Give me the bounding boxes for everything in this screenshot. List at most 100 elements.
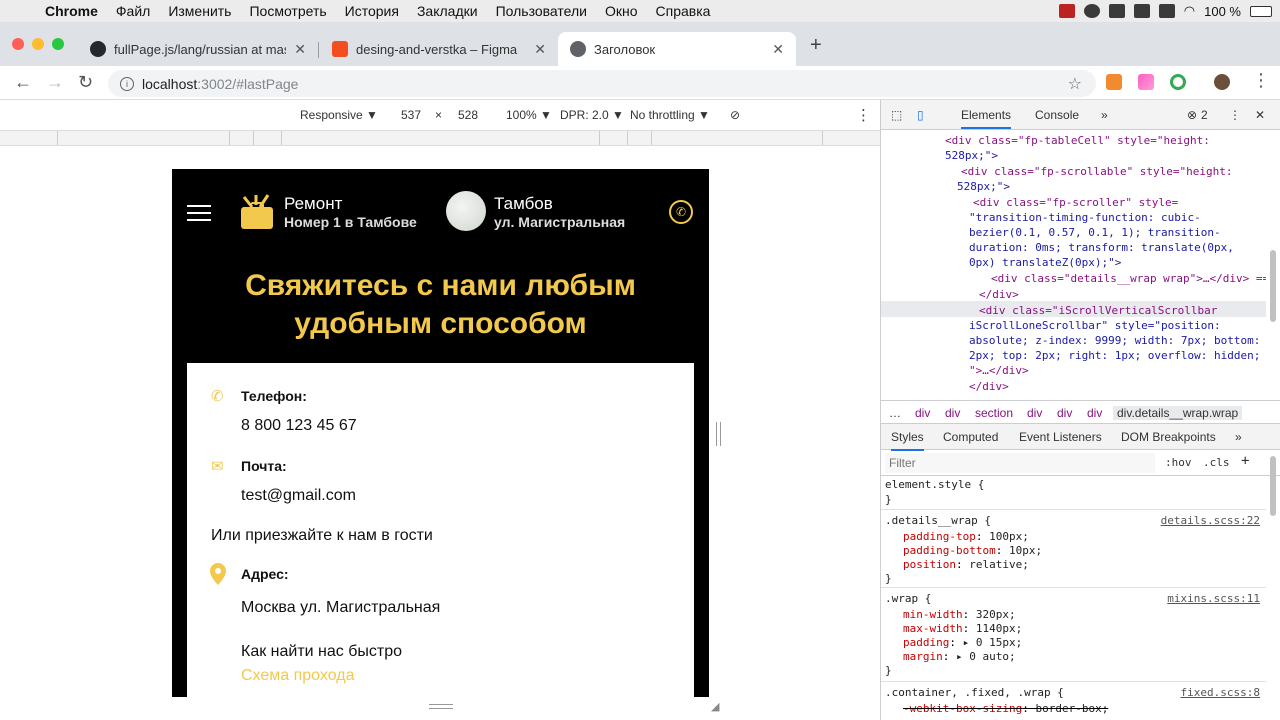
- address-bar[interactable]: i localhost :3002/#lastPage ☆: [108, 70, 1096, 97]
- dom-line[interactable]: <div class="fp-scrollable" style="height…: [961, 164, 1233, 179]
- css-source-link[interactable]: fixed.scss:8: [1181, 686, 1260, 700]
- menu-history[interactable]: История: [336, 3, 408, 19]
- viewport-width-input[interactable]: 537: [401, 108, 421, 122]
- devtools-menu-icon[interactable]: ⋮: [1229, 108, 1241, 122]
- tab-elements[interactable]: Elements: [961, 108, 1012, 129]
- wifi-icon[interactable]: ◠: [1184, 3, 1195, 19]
- dom-line[interactable]: </div>: [979, 287, 1019, 302]
- breadcrumb-item[interactable]: div: [1087, 406, 1102, 420]
- dom-line[interactable]: <div class="iScrollVerticalScrollbar: [979, 303, 1217, 318]
- throttling-select[interactable]: No throttling ▼: [630, 108, 710, 122]
- dom-tree[interactable]: <div class="fp-tableCell" style="height:…: [881, 131, 1266, 399]
- error-count[interactable]: 2: [1201, 108, 1208, 122]
- css-property[interactable]: margin: ▸ 0 auto;: [903, 650, 1016, 664]
- css-property-overridden[interactable]: -webkit-box-sizing: border-box;: [903, 702, 1108, 716]
- zoom-window-button[interactable]: [52, 38, 64, 50]
- dom-line[interactable]: </div>: [969, 379, 1009, 394]
- breadcrumb-item-current[interactable]: div.details__wrap.wrap: [1113, 406, 1243, 420]
- zoom-select[interactable]: 100% ▼: [506, 108, 552, 122]
- reload-icon[interactable]: ↻: [78, 72, 93, 93]
- toolbox-logo-icon[interactable]: [238, 193, 276, 231]
- class-toggle[interactable]: .cls: [1203, 456, 1230, 469]
- menu-people[interactable]: Пользователи: [487, 3, 596, 19]
- css-source-link[interactable]: details.scss:22: [1161, 514, 1260, 528]
- menu-window[interactable]: Окно: [596, 3, 647, 19]
- dpr-select[interactable]: DPR: 2.0 ▼: [560, 108, 624, 122]
- css-property[interactable]: padding: ▸ 0 15px;: [903, 636, 1022, 650]
- styles-filter-input[interactable]: [885, 453, 1155, 473]
- route-scheme-link[interactable]: Схема прохода: [241, 667, 355, 685]
- breadcrumb-item[interactable]: …: [889, 406, 901, 420]
- css-rule[interactable]: .container, .fixed, .wrap { fixed.scss:8…: [881, 684, 1266, 720]
- css-property[interactable]: max-width: 1140px;: [903, 622, 1022, 636]
- tab-figma[interactable]: desing-and-verstka – Figma ✕: [320, 32, 558, 66]
- inspect-element-icon[interactable]: ⬚: [891, 108, 902, 122]
- tab-event-listeners[interactable]: Event Listeners: [1019, 430, 1102, 444]
- dom-line[interactable]: <div class="fp-tableCell" style="height:: [945, 133, 1210, 148]
- rotate-icon[interactable]: ⊘: [730, 108, 740, 122]
- close-devtools-icon[interactable]: ✕: [1255, 108, 1265, 122]
- breadcrumb-item[interactable]: div: [1027, 406, 1042, 420]
- mail-value[interactable]: test@gmail.com: [241, 487, 356, 505]
- device-toolbar-toggle-icon[interactable]: ▯: [917, 108, 924, 122]
- error-icon[interactable]: ⊗: [1187, 108, 1197, 122]
- viewport-height-input[interactable]: 528: [458, 108, 478, 122]
- phone-value[interactable]: 8 800 123 45 67: [241, 417, 357, 435]
- menu-edit[interactable]: Изменить: [159, 3, 240, 19]
- skype-status-icon[interactable]: [1083, 4, 1100, 18]
- bookmark-star-icon[interactable]: ☆: [1068, 74, 1082, 94]
- menu-app-chrome[interactable]: Chrome: [36, 3, 107, 19]
- css-property[interactable]: min-width: 320px;: [903, 608, 1016, 622]
- menu-bookmarks[interactable]: Закладки: [408, 3, 487, 19]
- avatar[interactable]: [1214, 74, 1230, 90]
- viewport-resize-corner-icon[interactable]: ◢: [711, 700, 725, 714]
- hamburger-menu-icon[interactable]: [187, 205, 211, 226]
- css-property[interactable]: padding-top: 100px;: [903, 530, 1029, 544]
- minimize-window-button[interactable]: [32, 38, 44, 50]
- dom-line[interactable]: <div class="fp-scroller" style=: [973, 195, 1178, 210]
- tab-github[interactable]: fullPage.js/lang/russian at mas ✕: [78, 32, 318, 66]
- phone-call-icon[interactable]: ✆: [669, 200, 693, 224]
- close-tab-icon[interactable]: ✕: [294, 41, 306, 58]
- tab-computed[interactable]: Computed: [943, 430, 998, 444]
- breadcrumb-item[interactable]: div: [915, 406, 930, 420]
- hover-state-toggle[interactable]: :hov: [1165, 456, 1192, 469]
- extension-icon[interactable]: [1138, 74, 1154, 90]
- viewport-resize-handle-bottom[interactable]: [429, 704, 453, 709]
- menu-help[interactable]: Справка: [647, 3, 720, 19]
- breadcrumb-item[interactable]: div: [945, 406, 960, 420]
- css-rule[interactable]: .wrap { mixins.scss:11 min-width: 320px;…: [881, 590, 1266, 682]
- css-property[interactable]: padding-bottom: 10px;: [903, 544, 1042, 558]
- viewport-resize-handle-right[interactable]: [716, 422, 721, 446]
- css-rule[interactable]: element.style { }: [881, 476, 1266, 510]
- more-tabs-icon[interactable]: »: [1101, 108, 1108, 122]
- css-rule[interactable]: .details__wrap { details.scss:22 padding…: [881, 512, 1266, 588]
- back-icon[interactable]: ←: [14, 72, 32, 93]
- device-more-icon[interactable]: ⋮: [856, 106, 871, 124]
- extension-icon[interactable]: [1106, 74, 1122, 90]
- extension-status-icon[interactable]: [1058, 4, 1075, 18]
- forward-icon[interactable]: →: [46, 72, 64, 93]
- grid-status-icon[interactable]: [1133, 4, 1150, 18]
- menu-file[interactable]: Файл: [107, 3, 159, 19]
- tab-dom-breakpoints[interactable]: DOM Breakpoints: [1121, 430, 1216, 444]
- dom-line-selected[interactable]: <div class="details__wrap wrap">…</div> …: [991, 271, 1266, 286]
- add-rule-icon[interactable]: +: [1241, 453, 1249, 469]
- info-icon[interactable]: i: [120, 76, 134, 91]
- menu-view[interactable]: Посмотреть: [240, 3, 335, 19]
- breadcrumb-item[interactable]: div: [1057, 406, 1072, 420]
- dom-tree-scrollbar[interactable]: [1270, 250, 1276, 322]
- close-tab-icon[interactable]: ✕: [772, 41, 784, 58]
- tab-active-page[interactable]: Заголовок ✕: [558, 32, 796, 66]
- more-subtabs-icon[interactable]: »: [1235, 430, 1242, 444]
- folder-status-icon[interactable]: [1108, 4, 1125, 18]
- device-mode-select[interactable]: Responsive ▼: [300, 108, 378, 122]
- styles-scrollbar[interactable]: [1270, 456, 1276, 516]
- css-source-link[interactable]: mixins.scss:11: [1167, 592, 1260, 606]
- breadcrumb-item[interactable]: section: [975, 406, 1013, 420]
- css-property[interactable]: position: relative;: [903, 558, 1029, 572]
- volume-status-icon[interactable]: [1158, 4, 1175, 18]
- new-tab-icon[interactable]: +: [810, 34, 822, 57]
- close-window-button[interactable]: [12, 38, 24, 50]
- close-tab-icon[interactable]: ✕: [534, 41, 546, 58]
